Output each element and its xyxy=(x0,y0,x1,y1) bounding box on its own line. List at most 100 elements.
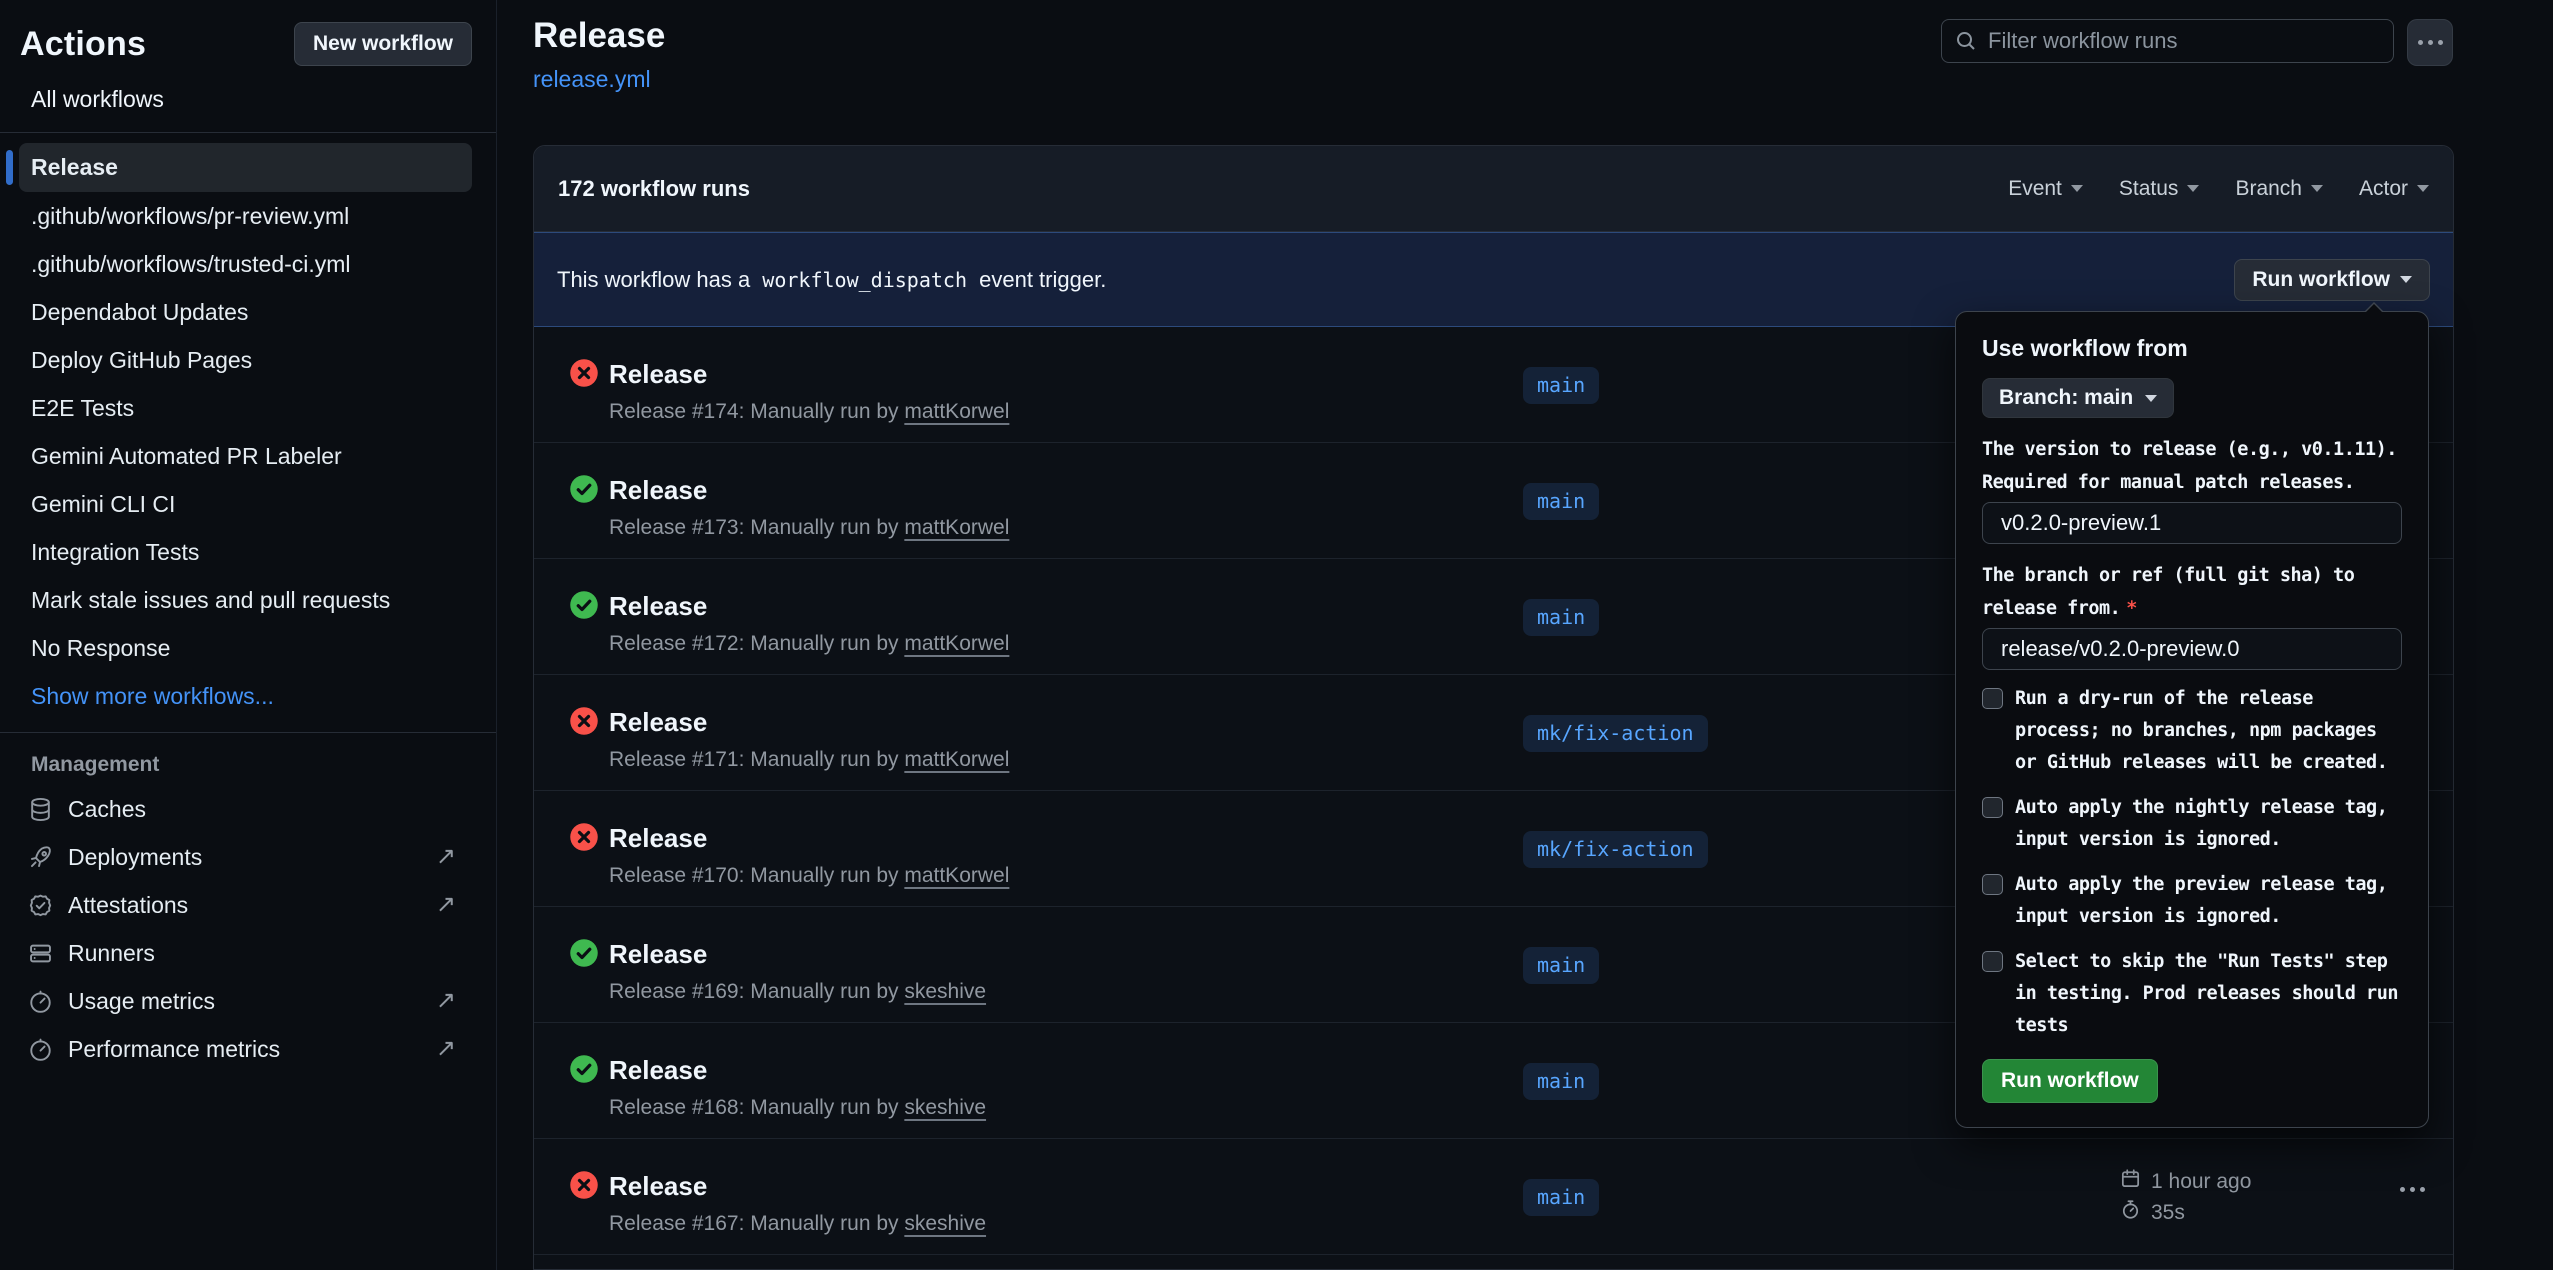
branch-selector-button[interactable]: Branch: main xyxy=(1982,378,2174,418)
branch-badge[interactable]: main xyxy=(1523,1063,1599,1100)
actions-sidebar: Actions New workflow All workflows Relea… xyxy=(0,0,497,1270)
kebab-icon xyxy=(2400,1187,2405,1192)
calendar-icon xyxy=(2119,1167,2142,1196)
version-input[interactable] xyxy=(1982,502,2402,544)
branch-badge[interactable]: mk/fix-action xyxy=(1523,715,1708,752)
failure-icon xyxy=(569,706,599,736)
workflow-overflow-menu-button[interactable] xyxy=(2407,19,2453,66)
branch-badge[interactable]: mk/fix-action xyxy=(1523,831,1708,868)
run-actor-link[interactable]: mattKorwel xyxy=(904,632,1009,655)
external-link-icon: ↗ xyxy=(436,893,456,917)
sidebar-item-deployments[interactable]: Deployments ↗ xyxy=(0,833,496,881)
run-actor-link[interactable]: skeshive xyxy=(904,1212,986,1235)
all-workflows-link[interactable]: All workflows xyxy=(31,86,496,116)
runs-filter-branch[interactable]: Branch xyxy=(2235,177,2323,201)
sidebar-workflow-item-gemini-cli-ci[interactable]: Gemini CLI CI xyxy=(0,480,496,528)
panel-checkbox-label: Select to skip the "Run Tests" step in t… xyxy=(2015,946,2402,1042)
run-subtitle: Release #167: Manually run by skeshive xyxy=(609,1212,986,1236)
run-workflow-dropdown-button[interactable]: Run workflow xyxy=(2234,259,2430,301)
chevron-down-icon xyxy=(2417,185,2429,192)
run-title-link[interactable]: Release xyxy=(609,1055,707,1086)
sidebar-workflow-item-github-workflows-trusted-ci-yml[interactable]: .github/workflows/trusted-ci.yml xyxy=(0,240,496,288)
sidebar-workflow-item-deploy-github-pages[interactable]: Deploy GitHub Pages xyxy=(0,336,496,384)
branch-badge[interactable]: main xyxy=(1523,599,1599,636)
workflow-dispatch-code: workflow_dispatch xyxy=(756,268,973,292)
chevron-down-icon xyxy=(2071,185,2083,192)
run-subtitle: Release #168: Manually run by skeshive xyxy=(609,1096,986,1120)
panel-checkbox[interactable] xyxy=(1982,688,2003,709)
sidebar-item-attestations[interactable]: Attestations ↗ xyxy=(0,881,496,929)
branch-badge[interactable]: main xyxy=(1523,367,1599,404)
run-actor-link[interactable]: mattKorwel xyxy=(904,400,1009,423)
failure-icon xyxy=(569,822,599,852)
run-subtitle: Release #173: Manually run by mattKorwel xyxy=(609,516,1009,540)
sidebar-workflow-item-integration-tests[interactable]: Integration Tests xyxy=(0,528,496,576)
run-title-link[interactable]: Release xyxy=(609,939,707,970)
run-subtitle: Release #170: Manually run by mattKorwel xyxy=(609,864,1009,888)
sidebar-workflow-item-no-response[interactable]: No Response xyxy=(0,624,496,672)
show-more-workflows-link[interactable]: Show more workflows... xyxy=(0,672,496,720)
run-overflow-menu-button[interactable] xyxy=(2400,1187,2425,1192)
failure-icon xyxy=(569,358,599,388)
filter-workflow-runs xyxy=(1941,19,2394,63)
ref-input[interactable] xyxy=(1982,628,2402,670)
selected-indicator xyxy=(6,150,13,185)
verified-icon xyxy=(27,892,54,919)
run-title-link[interactable]: Release xyxy=(609,475,707,506)
run-actor-link[interactable]: mattKorwel xyxy=(904,748,1009,771)
runs-filter-event[interactable]: Event xyxy=(2008,177,2083,201)
panel-checkbox[interactable] xyxy=(1982,951,2003,972)
sidebar-divider xyxy=(0,132,496,133)
filter-workflow-runs-input[interactable] xyxy=(1941,19,2394,63)
run-workflow-submit-button[interactable]: Run workflow xyxy=(1982,1059,2158,1103)
panel-heading: Use workflow from xyxy=(1982,335,2402,362)
run-title-link[interactable]: Release xyxy=(609,591,707,622)
sidebar-item-caches[interactable]: Caches xyxy=(0,785,496,833)
run-actor-link[interactable]: skeshive xyxy=(904,980,986,1003)
run-title-link[interactable]: Release xyxy=(609,707,707,738)
runs-list-header: 172 workflow runs Event Status Branch Ac… xyxy=(534,146,2453,232)
sidebar-workflow-item-gemini-automated-pr-labeler[interactable]: Gemini Automated PR Labeler xyxy=(0,432,496,480)
external-link-icon: ↗ xyxy=(436,989,456,1013)
run-subtitle: Release #171: Manually run by mattKorwel xyxy=(609,748,1009,772)
run-actor-link[interactable]: mattKorwel xyxy=(904,864,1009,887)
sidebar-item-usage-metrics[interactable]: Usage metrics ↗ xyxy=(0,977,496,1025)
branch-badge[interactable]: main xyxy=(1523,1179,1599,1216)
new-workflow-button[interactable]: New workflow xyxy=(294,22,472,66)
sidebar-item-runners[interactable]: Runners xyxy=(0,929,496,977)
stopwatch-icon xyxy=(2119,1198,2142,1227)
version-input-label: The version to release (e.g., v0.1.11). … xyxy=(1982,433,2402,499)
sidebar-workflow-item-mark-stale-issues-and-pull-requests[interactable]: Mark stale issues and pull requests xyxy=(0,576,496,624)
panel-checkbox-row: Run a dry-run of the release process; no… xyxy=(1982,683,2402,779)
workflow-file-link[interactable]: release.yml xyxy=(533,66,651,93)
branch-badge[interactable]: main xyxy=(1523,483,1599,520)
run-title-link[interactable]: Release xyxy=(609,1171,707,1202)
sidebar-workflow-item-github-workflows-pr-review-yml[interactable]: .github/workflows/pr-review.yml xyxy=(0,192,496,240)
meter-icon xyxy=(27,1036,54,1063)
run-actor-link[interactable]: mattKorwel xyxy=(904,516,1009,539)
sidebar-item-performance-metrics[interactable]: Performance metrics ↗ xyxy=(0,1025,496,1073)
runs-filter-status[interactable]: Status xyxy=(2119,177,2200,201)
management-list: Caches Deployments ↗ Attestations ↗ Runn… xyxy=(0,785,496,1073)
runs-filter-actor[interactable]: Actor xyxy=(2359,177,2429,201)
chevron-down-icon xyxy=(2311,185,2323,192)
panel-checkbox[interactable] xyxy=(1982,874,2003,895)
panel-checkbox-row: Auto apply the nightly release tag, inpu… xyxy=(1982,792,2402,856)
run-workflow-panel: Use workflow from Branch: main The versi… xyxy=(1955,311,2429,1128)
server-icon xyxy=(27,940,54,967)
panel-checkbox[interactable] xyxy=(1982,797,2003,818)
run-actor-link[interactable]: skeshive xyxy=(904,1096,986,1119)
branch-badge[interactable]: main xyxy=(1523,947,1599,984)
sidebar-workflow-item-dependabot-updates[interactable]: Dependabot Updates xyxy=(0,288,496,336)
sidebar-workflow-item-e2e-tests[interactable]: E2E Tests xyxy=(0,384,496,432)
run-title-link[interactable]: Release xyxy=(609,359,707,390)
banner-text: This workflow has a workflow_dispatch ev… xyxy=(557,267,1106,293)
success-icon xyxy=(569,474,599,504)
panel-checkbox-label: Auto apply the preview release tag, inpu… xyxy=(2015,869,2402,933)
run-title-link[interactable]: Release xyxy=(609,823,707,854)
chevron-down-icon xyxy=(2145,395,2157,402)
runs-count: 172 workflow runs xyxy=(558,176,750,202)
success-icon xyxy=(569,938,599,968)
run-subtitle: Release #174: Manually run by mattKorwel xyxy=(609,400,1009,424)
sidebar-workflow-item-release[interactable]: Release xyxy=(19,143,472,192)
